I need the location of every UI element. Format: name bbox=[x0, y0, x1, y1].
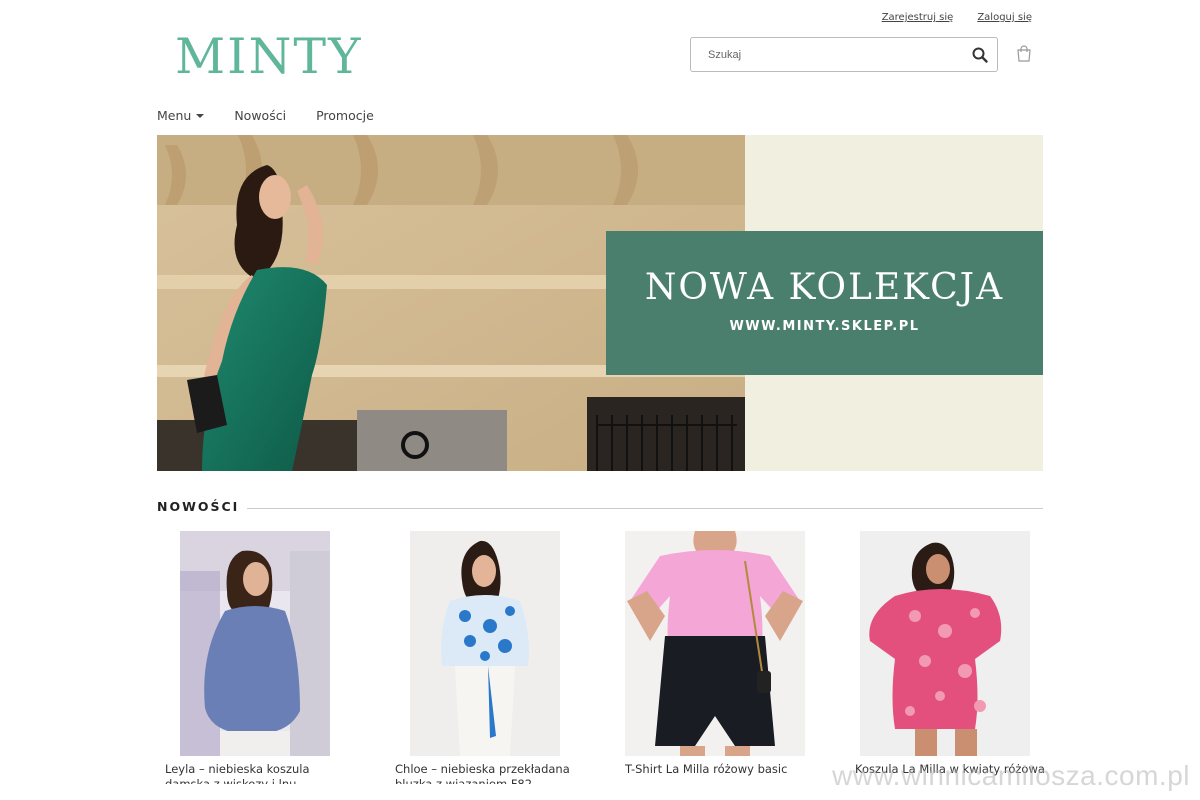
search-icon[interactable] bbox=[971, 46, 989, 64]
section-title: NOWOŚCI bbox=[157, 499, 248, 514]
product-name[interactable]: Leyla – niebieska koszula damska z wisko… bbox=[165, 762, 357, 784]
banner-title: NOWA KOLEKCJA bbox=[644, 267, 1005, 308]
hero-banner[interactable]: NOWA KOLEKCJA WWW.MINTY.SKLEP.PL bbox=[157, 135, 1043, 471]
search-box bbox=[690, 37, 998, 72]
nav-promotions[interactable]: Promocje bbox=[316, 108, 374, 123]
logo[interactable]: MINTY bbox=[175, 32, 362, 81]
caret-down-icon bbox=[196, 113, 205, 118]
product-name[interactable]: T-Shirt La Milla różowy basic bbox=[625, 762, 817, 784]
product-image[interactable] bbox=[180, 531, 330, 756]
section-divider bbox=[245, 508, 1043, 509]
banner-text: NOWA KOLEKCJA WWW.MINTY.SKLEP.PL bbox=[606, 231, 1043, 375]
product-card[interactable]: Leyla – niebieska koszula damska z wisko… bbox=[157, 531, 357, 791]
banner-url: WWW.MINTY.SKLEP.PL bbox=[729, 319, 920, 334]
product-card[interactable]: Chloe – niebieska przekładana bluzka z w… bbox=[387, 531, 587, 791]
product-name[interactable]: Chloe – niebieska przekładana bluzka z w… bbox=[395, 762, 587, 784]
page: Zarejestruj się Zaloguj się MINTY Menu N… bbox=[157, 0, 1045, 800]
account-links: Zarejestruj się Zaloguj się bbox=[882, 12, 1032, 23]
nav-menu-label: Menu bbox=[157, 108, 192, 123]
product-image[interactable] bbox=[625, 531, 805, 756]
login-link[interactable]: Zaloguj się bbox=[977, 12, 1032, 23]
product-card[interactable]: T-Shirt La Milla różowy basic bbox=[617, 531, 817, 791]
watermark: www.winnicamilosza.com.pl bbox=[832, 760, 1190, 791]
new-products-header: NOWOŚCI bbox=[157, 499, 1043, 517]
product-image[interactable] bbox=[860, 531, 1030, 756]
search-input[interactable] bbox=[691, 38, 961, 71]
main-nav: Menu Nowości Promocje bbox=[157, 108, 404, 123]
product-card[interactable]: Koszula La Milla w kwiaty różowa bbox=[847, 531, 1047, 791]
product-image[interactable] bbox=[410, 531, 560, 756]
nav-new[interactable]: Nowości bbox=[234, 108, 286, 123]
shopping-bag-icon[interactable] bbox=[1016, 45, 1032, 62]
register-link[interactable]: Zarejestruj się bbox=[882, 12, 954, 23]
nav-menu-dropdown[interactable]: Menu bbox=[157, 108, 205, 123]
